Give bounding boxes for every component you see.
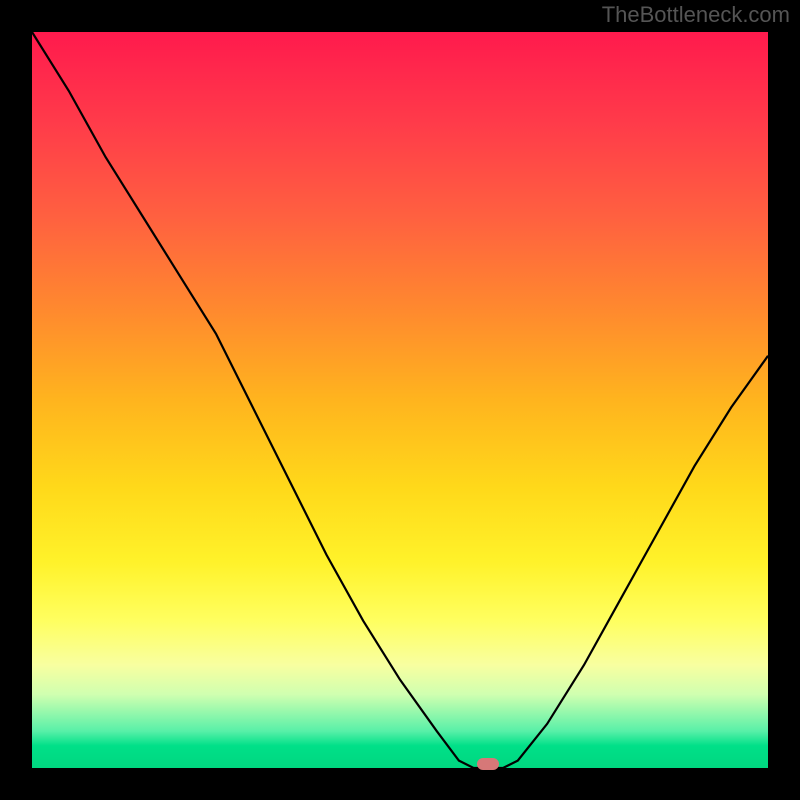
watermark-label: TheBottleneck.com: [602, 2, 790, 28]
chart-plot-area: [32, 32, 768, 768]
bottleneck-curve-path: [32, 32, 768, 768]
bottleneck-curve-svg: [32, 32, 768, 768]
optimal-point-marker: [477, 758, 499, 770]
